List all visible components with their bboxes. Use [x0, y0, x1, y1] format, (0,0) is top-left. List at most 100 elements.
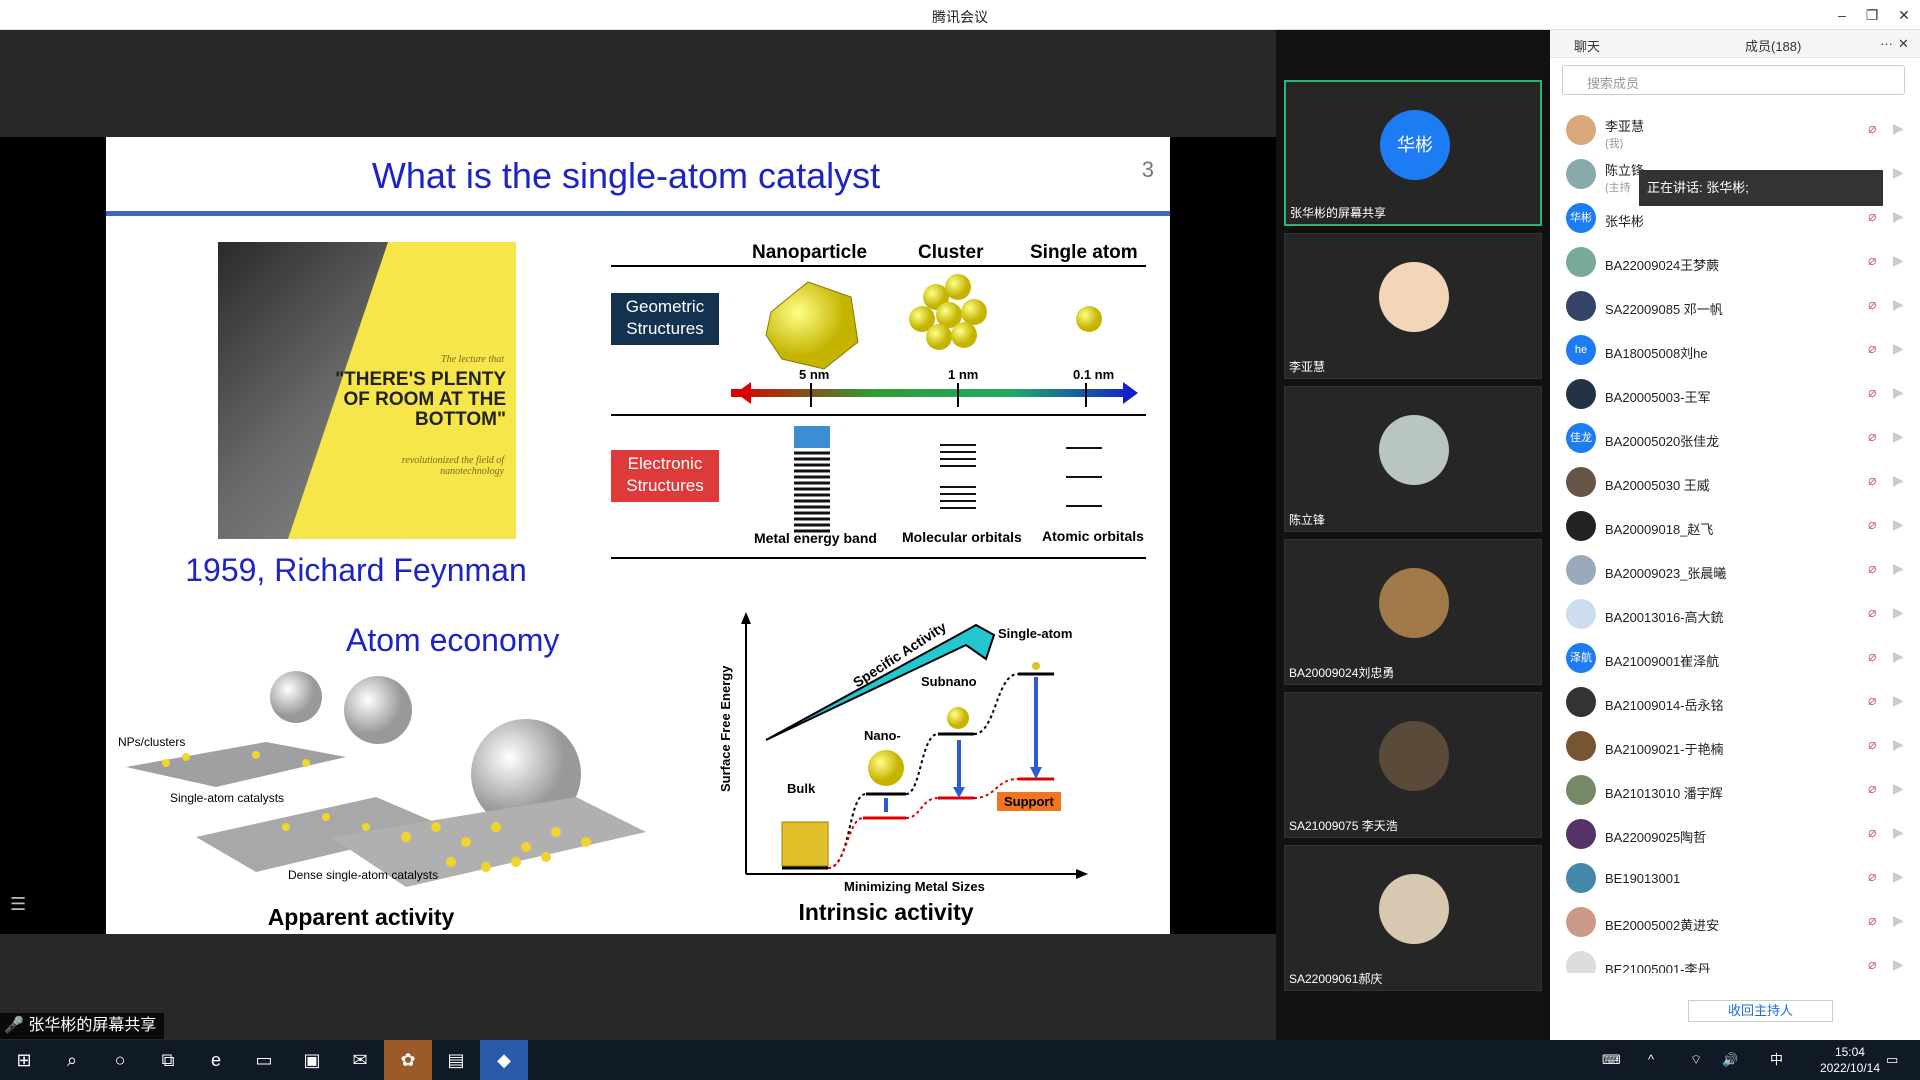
video-off-icon[interactable]: ▶ [1893, 340, 1904, 357]
list-icon[interactable]: ☰ [10, 894, 26, 915]
member-avatar [1566, 687, 1596, 717]
more-icon[interactable]: ··· [1880, 36, 1893, 51]
video-tile[interactable]: SA21009075 李天浩 [1284, 692, 1542, 838]
member-name: BA22009024王梦蕨 [1605, 258, 1720, 273]
member-row[interactable]: BA20005030 王威 ⌀ ▶ [1550, 460, 1920, 504]
member-row[interactable]: BA21009021-于艳楠 ⌀ ▶ [1550, 724, 1920, 768]
mic-muted-icon[interactable]: ⌀ [1868, 472, 1876, 489]
restore-button[interactable]: ❐ [1860, 4, 1884, 26]
ime-indicator[interactable]: 中 [1770, 1040, 1783, 1080]
video-off-icon[interactable]: ▶ [1893, 736, 1904, 753]
member-row[interactable]: BE20005002黄进安 ⌀ ▶ [1550, 900, 1920, 944]
video-off-icon[interactable]: ▶ [1893, 164, 1904, 181]
video-off-icon[interactable]: ▶ [1893, 780, 1904, 797]
reclaim-host-button[interactable]: 收回主持人 [1688, 1000, 1833, 1022]
mic-muted-icon[interactable]: ⌀ [1868, 824, 1876, 841]
member-row[interactable]: BA20013016-高大銃 ⌀ ▶ [1550, 592, 1920, 636]
member-search-input[interactable]: 搜索成员 [1562, 65, 1905, 95]
video-off-icon[interactable]: ▶ [1893, 692, 1904, 709]
tab-members[interactable]: 成员(188) [1745, 36, 1801, 55]
mic-muted-icon[interactable]: ⌀ [1868, 604, 1876, 621]
member-row[interactable]: 泽航 BA21009001崔泽航 ⌀ ▶ [1550, 636, 1920, 680]
dense-sac-label: Dense single-atom catalysts [288, 868, 439, 882]
notification-icon[interactable]: ▭ [1886, 1040, 1898, 1080]
network-icon[interactable]: ⌔ [1690, 1040, 1702, 1080]
video-tile[interactable]: SA22009061郝庆 [1284, 845, 1542, 991]
wechat-icon[interactable]: ✿ [384, 1040, 432, 1080]
cortana-icon[interactable]: ○ [96, 1040, 144, 1080]
mic-muted-icon[interactable]: ⌀ [1868, 340, 1876, 357]
close-icon[interactable]: ✕ [1898, 36, 1909, 52]
close-button[interactable]: ✕ [1892, 4, 1916, 26]
mic-muted-icon[interactable]: ⌀ [1868, 956, 1876, 973]
mic-muted-icon[interactable]: ⌀ [1868, 428, 1876, 445]
video-off-icon[interactable]: ▶ [1893, 956, 1904, 973]
video-tile[interactable]: 李亚慧 [1284, 233, 1542, 379]
search-icon[interactable]: ⌕ [48, 1040, 96, 1080]
member-row[interactable]: SA22009085 邓一帆 ⌀ ▶ [1550, 284, 1920, 328]
store-icon[interactable]: ▣ [288, 1040, 336, 1080]
member-row[interactable]: BA22009024王梦蕨 ⌀ ▶ [1550, 240, 1920, 284]
volume-icon[interactable]: 🔊 [1722, 1040, 1738, 1080]
mail-icon[interactable]: ✉ [336, 1040, 384, 1080]
member-row[interactable]: BA21013010 潘宇辉 ⌀ ▶ [1550, 768, 1920, 812]
mic-muted-icon[interactable]: ⌀ [1868, 384, 1876, 401]
video-off-icon[interactable]: ▶ [1893, 824, 1904, 841]
video-off-icon[interactable]: ▶ [1893, 252, 1904, 269]
video-off-icon[interactable]: ▶ [1893, 912, 1904, 929]
size-gradient-bar [731, 389, 1131, 397]
nano-particle-graph [868, 750, 904, 786]
video-tile[interactable]: BA20009024刘忠勇 [1284, 539, 1542, 685]
video-off-icon[interactable]: ▶ [1893, 384, 1904, 401]
mic-muted-icon[interactable]: ⌀ [1868, 912, 1876, 929]
video-off-icon[interactable]: ▶ [1893, 560, 1904, 577]
member-row[interactable]: BE21005001-李丹 ⌀ ▶ [1550, 944, 1920, 973]
member-name: BA21009001崔泽航 [1605, 654, 1720, 669]
mic-muted-icon[interactable]: ⌀ [1868, 560, 1876, 577]
video-off-icon[interactable]: ▶ [1893, 604, 1904, 621]
task-view-icon[interactable]: ⧉ [144, 1040, 192, 1080]
mic-muted-icon[interactable]: ⌀ [1868, 868, 1876, 885]
clock-date: 2022/10/14 [1819, 1061, 1880, 1075]
video-off-icon[interactable]: ▶ [1893, 516, 1904, 533]
mic-muted-icon[interactable]: ⌀ [1868, 120, 1876, 137]
mic-muted-icon[interactable]: ⌀ [1868, 736, 1876, 753]
mic-muted-icon[interactable]: ⌀ [1868, 692, 1876, 709]
video-off-icon[interactable]: ▶ [1893, 428, 1904, 445]
windows-start-icon[interactable]: ⊞ [0, 1040, 48, 1080]
mic-muted-icon[interactable]: ⌀ [1868, 296, 1876, 313]
member-row[interactable]: BA20009018_赵飞 ⌀ ▶ [1550, 504, 1920, 548]
tab-chat[interactable]: 聊天 [1574, 36, 1600, 55]
video-off-icon[interactable]: ▶ [1893, 648, 1904, 665]
video-off-icon[interactable]: ▶ [1893, 208, 1904, 225]
tray-chevron-icon[interactable]: ^ [1648, 1040, 1654, 1080]
video-tile[interactable]: 陈立锋 [1284, 386, 1542, 532]
clock[interactable]: 15:04 2022/10/14 [1820, 1044, 1880, 1076]
mic-muted-icon[interactable]: ⌀ [1868, 208, 1876, 225]
member-row[interactable]: BA20005003-王军 ⌀ ▶ [1550, 372, 1920, 416]
member-row[interactable]: BA21009014-岳永铭 ⌀ ▶ [1550, 680, 1920, 724]
member-row[interactable]: 佳龙 BA20005020张佳龙 ⌀ ▶ [1550, 416, 1920, 460]
member-row[interactable]: 李亚慧 (我) ⌀ ▶ [1550, 108, 1920, 152]
mic-muted-icon[interactable]: ⌀ [1868, 648, 1876, 665]
keyboard-icon[interactable]: ⌨ [1602, 1040, 1621, 1080]
member-avatar [1566, 467, 1596, 497]
mic-muted-icon[interactable]: ⌀ [1868, 516, 1876, 533]
member-row[interactable]: BA20009023_张晨曦 ⌀ ▶ [1550, 548, 1920, 592]
member-row[interactable]: BE19013001 ⌀ ▶ [1550, 856, 1920, 900]
video-off-icon[interactable]: ▶ [1893, 472, 1904, 489]
tencent-meeting-icon[interactable]: ◆ [480, 1040, 528, 1080]
mic-muted-icon[interactable]: ⌀ [1868, 252, 1876, 269]
member-row[interactable]: he BA18005008刘he ⌀ ▶ [1550, 328, 1920, 372]
tile-name: SA21009075 李天浩 [1289, 819, 1398, 833]
member-row[interactable]: BA22009025陶哲 ⌀ ▶ [1550, 812, 1920, 856]
video-off-icon[interactable]: ▶ [1893, 120, 1904, 137]
file-explorer-icon[interactable]: ▭ [240, 1040, 288, 1080]
video-off-icon[interactable]: ▶ [1893, 868, 1904, 885]
mic-muted-icon[interactable]: ⌀ [1868, 780, 1876, 797]
edge-icon[interactable]: e [192, 1040, 240, 1080]
terminal-icon[interactable]: ▤ [432, 1040, 480, 1080]
video-tile[interactable]: 华彬 张华彬的屏幕共享 [1284, 80, 1542, 226]
video-off-icon[interactable]: ▶ [1893, 296, 1904, 313]
minimize-button[interactable]: – [1830, 4, 1854, 26]
